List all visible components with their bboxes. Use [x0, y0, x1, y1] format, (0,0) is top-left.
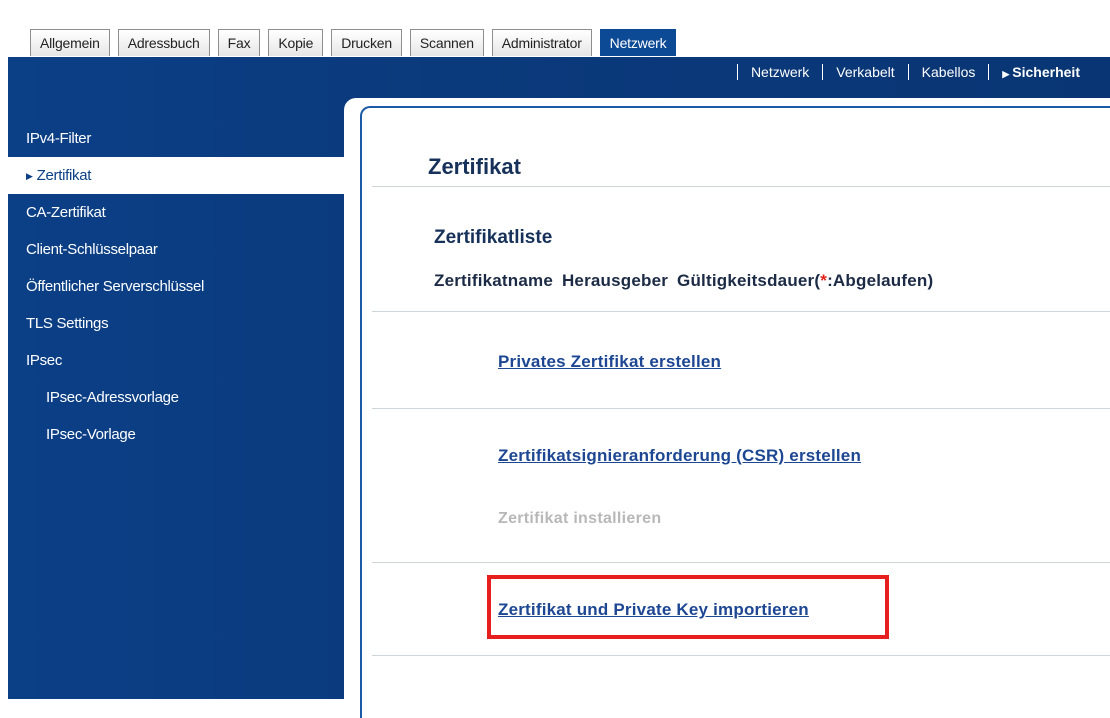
subnav-verkabelt[interactable]: Verkabelt — [836, 64, 894, 80]
tab-administrator[interactable]: Administrator — [491, 29, 592, 56]
divider — [372, 186, 1110, 187]
subnav-sicherheit-label: Sicherheit — [1012, 64, 1080, 80]
sidebar-item-oeffentlicher-serverschluessel[interactable]: Öffentlicher Serverschlüssel — [8, 268, 344, 305]
tab-drucken[interactable]: Drucken — [331, 29, 402, 56]
column-name: Zertifikatname — [434, 271, 554, 290]
sidebar-item-zertifikat[interactable]: ▶ Zertifikat — [8, 157, 344, 194]
certificate-list-heading: Zertifikatliste — [434, 227, 553, 248]
highlight-box — [487, 575, 889, 639]
divider — [372, 311, 1110, 312]
tab-allgemein[interactable]: Allgemein — [30, 29, 110, 56]
divider — [372, 655, 1110, 656]
sidebar-item-ipsec[interactable]: IPsec — [8, 342, 344, 379]
column-validity-suffix: :Abgelaufen) — [827, 271, 934, 290]
create-csr-link[interactable]: Zertifikatsignieranforderung (CSR) erste… — [498, 446, 861, 466]
sidebar-item-ipsec-adressvorlage[interactable]: IPsec-Adressvorlage — [8, 379, 344, 416]
sub-navigation: Netzwerk Verkabelt Kabellos ▶ Sicherheit — [724, 64, 1080, 80]
subnav-divider — [736, 64, 738, 80]
column-validity: Gültigkeitsdauer(*:Abgelaufen) — [677, 271, 933, 290]
tab-list: Allgemein Adressbuch Fax Kopie Drucken S… — [30, 29, 677, 56]
divider — [372, 408, 1110, 409]
subnav-divider — [988, 64, 990, 80]
sidebar-item-ca-zertifikat[interactable]: CA-Zertifikat — [8, 194, 344, 231]
triangle-right-icon: ▶ — [1002, 69, 1010, 79]
sidebar-item-tls-settings[interactable]: TLS Settings — [8, 305, 344, 342]
divider — [372, 562, 1110, 563]
subnav-netzwerk[interactable]: Netzwerk — [751, 64, 809, 80]
tab-fax[interactable]: Fax — [217, 29, 261, 56]
sidebar-item-ipv4-filter[interactable]: IPv4-Filter — [8, 120, 344, 157]
sidebar-item-client-schluesselpaar[interactable]: Client-Schlüsselpaar — [8, 231, 344, 268]
install-certificate-link-disabled: Zertifikat installieren — [498, 510, 662, 527]
sidebar-item-ipsec-vorlage[interactable]: IPsec-Vorlage — [8, 416, 344, 453]
subnav-kabellos[interactable]: Kabellos — [922, 64, 976, 80]
tab-netzwerk[interactable]: Netzwerk — [599, 29, 677, 56]
subnav-sicherheit[interactable]: ▶ Sicherheit — [1002, 64, 1080, 80]
tab-scannen[interactable]: Scannen — [409, 29, 484, 56]
column-validity-label: Gültigkeitsdauer( — [677, 271, 821, 290]
page-title: Zertifikat — [428, 154, 521, 179]
certificate-list-columns: Zertifikatname Herausgeber Gültigkeitsda… — [434, 271, 933, 291]
sidebar: IPv4-Filter ▶ Zertifikat CA-Zertifikat Cl… — [8, 120, 344, 453]
top-tab-bar: Allgemein Adressbuch Fax Kopie Drucken S… — [0, 0, 1110, 58]
sidebar-item-label: Zertifikat — [36, 167, 92, 184]
create-private-certificate-link[interactable]: Privates Zertifikat erstellen — [498, 352, 721, 372]
tab-kopie[interactable]: Kopie — [268, 29, 324, 56]
subnav-divider — [907, 64, 909, 80]
subnav-divider — [822, 64, 824, 80]
column-issuer: Herausgeber — [561, 271, 669, 290]
triangle-right-icon: ▶ — [26, 171, 33, 181]
tab-adressbuch[interactable]: Adressbuch — [117, 29, 210, 56]
